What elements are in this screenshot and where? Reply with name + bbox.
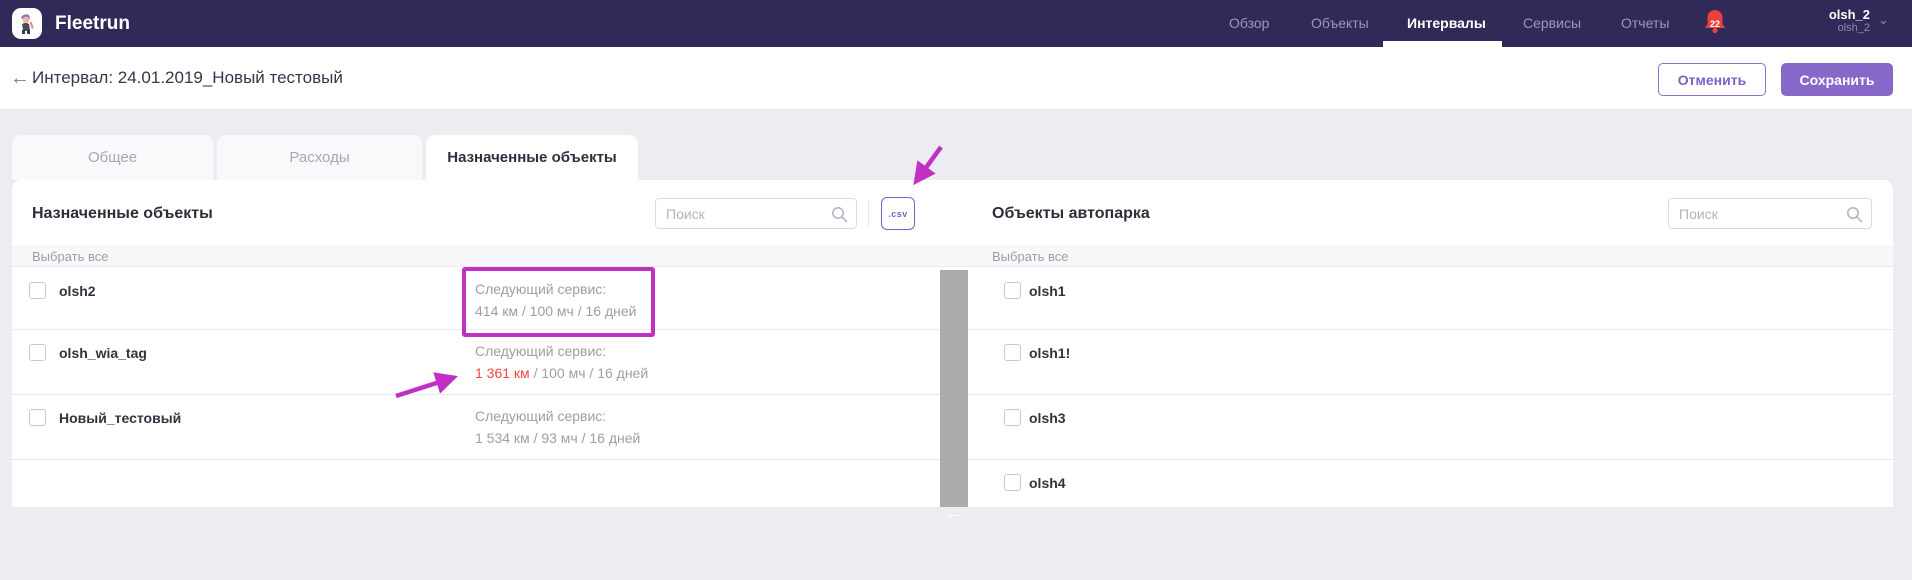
- row-checkbox[interactable]: [29, 344, 46, 361]
- back-arrow-icon[interactable]: ←: [10, 47, 30, 109]
- object-name: olsh4: [1029, 475, 1066, 491]
- next-service-info: Следующий сервис: 1 534 км / 93 мч / 16 …: [475, 408, 641, 446]
- nav-item-reports[interactable]: Отчеты: [1621, 0, 1669, 47]
- cancel-button[interactable]: Отменить: [1658, 63, 1766, 96]
- assigned-select-all[interactable]: Выбрать все: [32, 247, 108, 266]
- tab-bar: Общее Расходы Назначенные объекты: [12, 135, 642, 180]
- row-checkbox[interactable]: [1004, 409, 1021, 426]
- table-row[interactable]: olsh2 Следующий сервис: 414 км / 100 мч …: [12, 268, 940, 330]
- page-header: ← Интервал: 24.01.2019_Новый тестовый От…: [0, 47, 1912, 110]
- object-name: olsh3: [1029, 410, 1066, 426]
- tab-expenses[interactable]: Расходы: [217, 135, 422, 180]
- next-service-info: Следующий сервис: 1 361 км / 100 мч / 16…: [475, 343, 649, 381]
- search-icon: [832, 207, 848, 223]
- nav-item-objects[interactable]: Объекты: [1311, 0, 1369, 47]
- next-service-info: Следующий сервис: 414 км / 100 мч / 16 д…: [475, 281, 637, 319]
- fleet-search: [1668, 198, 1872, 229]
- object-name: olsh_wia_tag: [59, 345, 147, 361]
- nav-item-services[interactable]: Сервисы: [1523, 0, 1581, 47]
- toolbar-divider: [868, 201, 869, 227]
- user-account: olsh_2: [1837, 22, 1870, 34]
- user-name: olsh_2: [1828, 7, 1870, 22]
- assigned-search: [655, 198, 857, 229]
- page-title: Интервал: 24.01.2019_Новый тестовый: [32, 68, 343, 87]
- collapse-arrow-icon[interactable]: ←: [940, 501, 968, 525]
- brand-name: Fleetrun: [55, 13, 130, 34]
- row-checkbox[interactable]: [1004, 474, 1021, 491]
- fleet-search-input[interactable]: [1669, 199, 1871, 228]
- annotation-arrow-csv: [913, 145, 943, 186]
- notifications-bell-icon[interactable]: 22: [1703, 9, 1727, 37]
- row-checkbox[interactable]: [1004, 282, 1021, 299]
- nav-item-obzor[interactable]: Обзор: [1229, 0, 1269, 47]
- assigned-objects-list: olsh2 Следующий сервис: 414 км / 100 мч …: [12, 268, 940, 460]
- fleet-objects-title: Объекты автопарка: [992, 205, 1150, 222]
- nav-item-intervals[interactable]: Интервалы: [1407, 0, 1486, 47]
- row-checkbox[interactable]: [1004, 344, 1021, 361]
- tab-assigned-objects[interactable]: Назначенные объекты: [426, 135, 638, 180]
- table-row[interactable]: olsh1!: [968, 330, 1893, 395]
- chevron-down-icon[interactable]: ⌄: [1878, 12, 1889, 28]
- object-name: olsh2: [59, 283, 96, 299]
- select-all-band: Выбрать все Выбрать все: [12, 246, 1893, 267]
- assigned-objects-title: Назначенные объекты: [32, 205, 213, 222]
- save-button[interactable]: Сохранить: [1781, 63, 1893, 96]
- object-name: Новый_тестовый: [59, 410, 182, 426]
- fleet-select-all[interactable]: Выбрать все: [992, 247, 1068, 266]
- table-row[interactable]: olsh_wia_tag Следующий сервис: 1 361 км …: [12, 330, 940, 395]
- search-icon: [1847, 207, 1863, 223]
- assigned-objects-panel: Назначенные объекты .csv Объекты автопар…: [12, 180, 1893, 524]
- fleetrun-logo-icon[interactable]: [12, 8, 42, 39]
- export-csv-button[interactable]: .csv: [881, 197, 915, 230]
- assigned-search-input[interactable]: [656, 199, 856, 228]
- user-menu[interactable]: olsh_2 olsh_2: [1795, 7, 1870, 35]
- mascot-icon: [21, 13, 34, 34]
- table-row[interactable]: olsh3: [968, 395, 1893, 460]
- tab-general[interactable]: Общее: [12, 135, 213, 180]
- fleet-objects-list: olsh1 olsh1! olsh3 olsh4: [968, 268, 1893, 580]
- table-row[interactable]: olsh4: [968, 460, 1893, 580]
- table-row[interactable]: olsh1: [968, 268, 1893, 330]
- row-checkbox[interactable]: [29, 282, 46, 299]
- collapse-panel-handle[interactable]: ←: [940, 270, 968, 524]
- object-name: olsh1: [1029, 283, 1066, 299]
- top-navbar: Fleetrun Обзор Объекты Интервалы Сервисы…: [0, 0, 1912, 47]
- row-checkbox[interactable]: [29, 409, 46, 426]
- table-row[interactable]: Новый_тестовый Следующий сервис: 1 534 к…: [12, 395, 940, 460]
- object-name: olsh1!: [1029, 345, 1071, 361]
- notification-count-badge: 22: [1709, 19, 1720, 29]
